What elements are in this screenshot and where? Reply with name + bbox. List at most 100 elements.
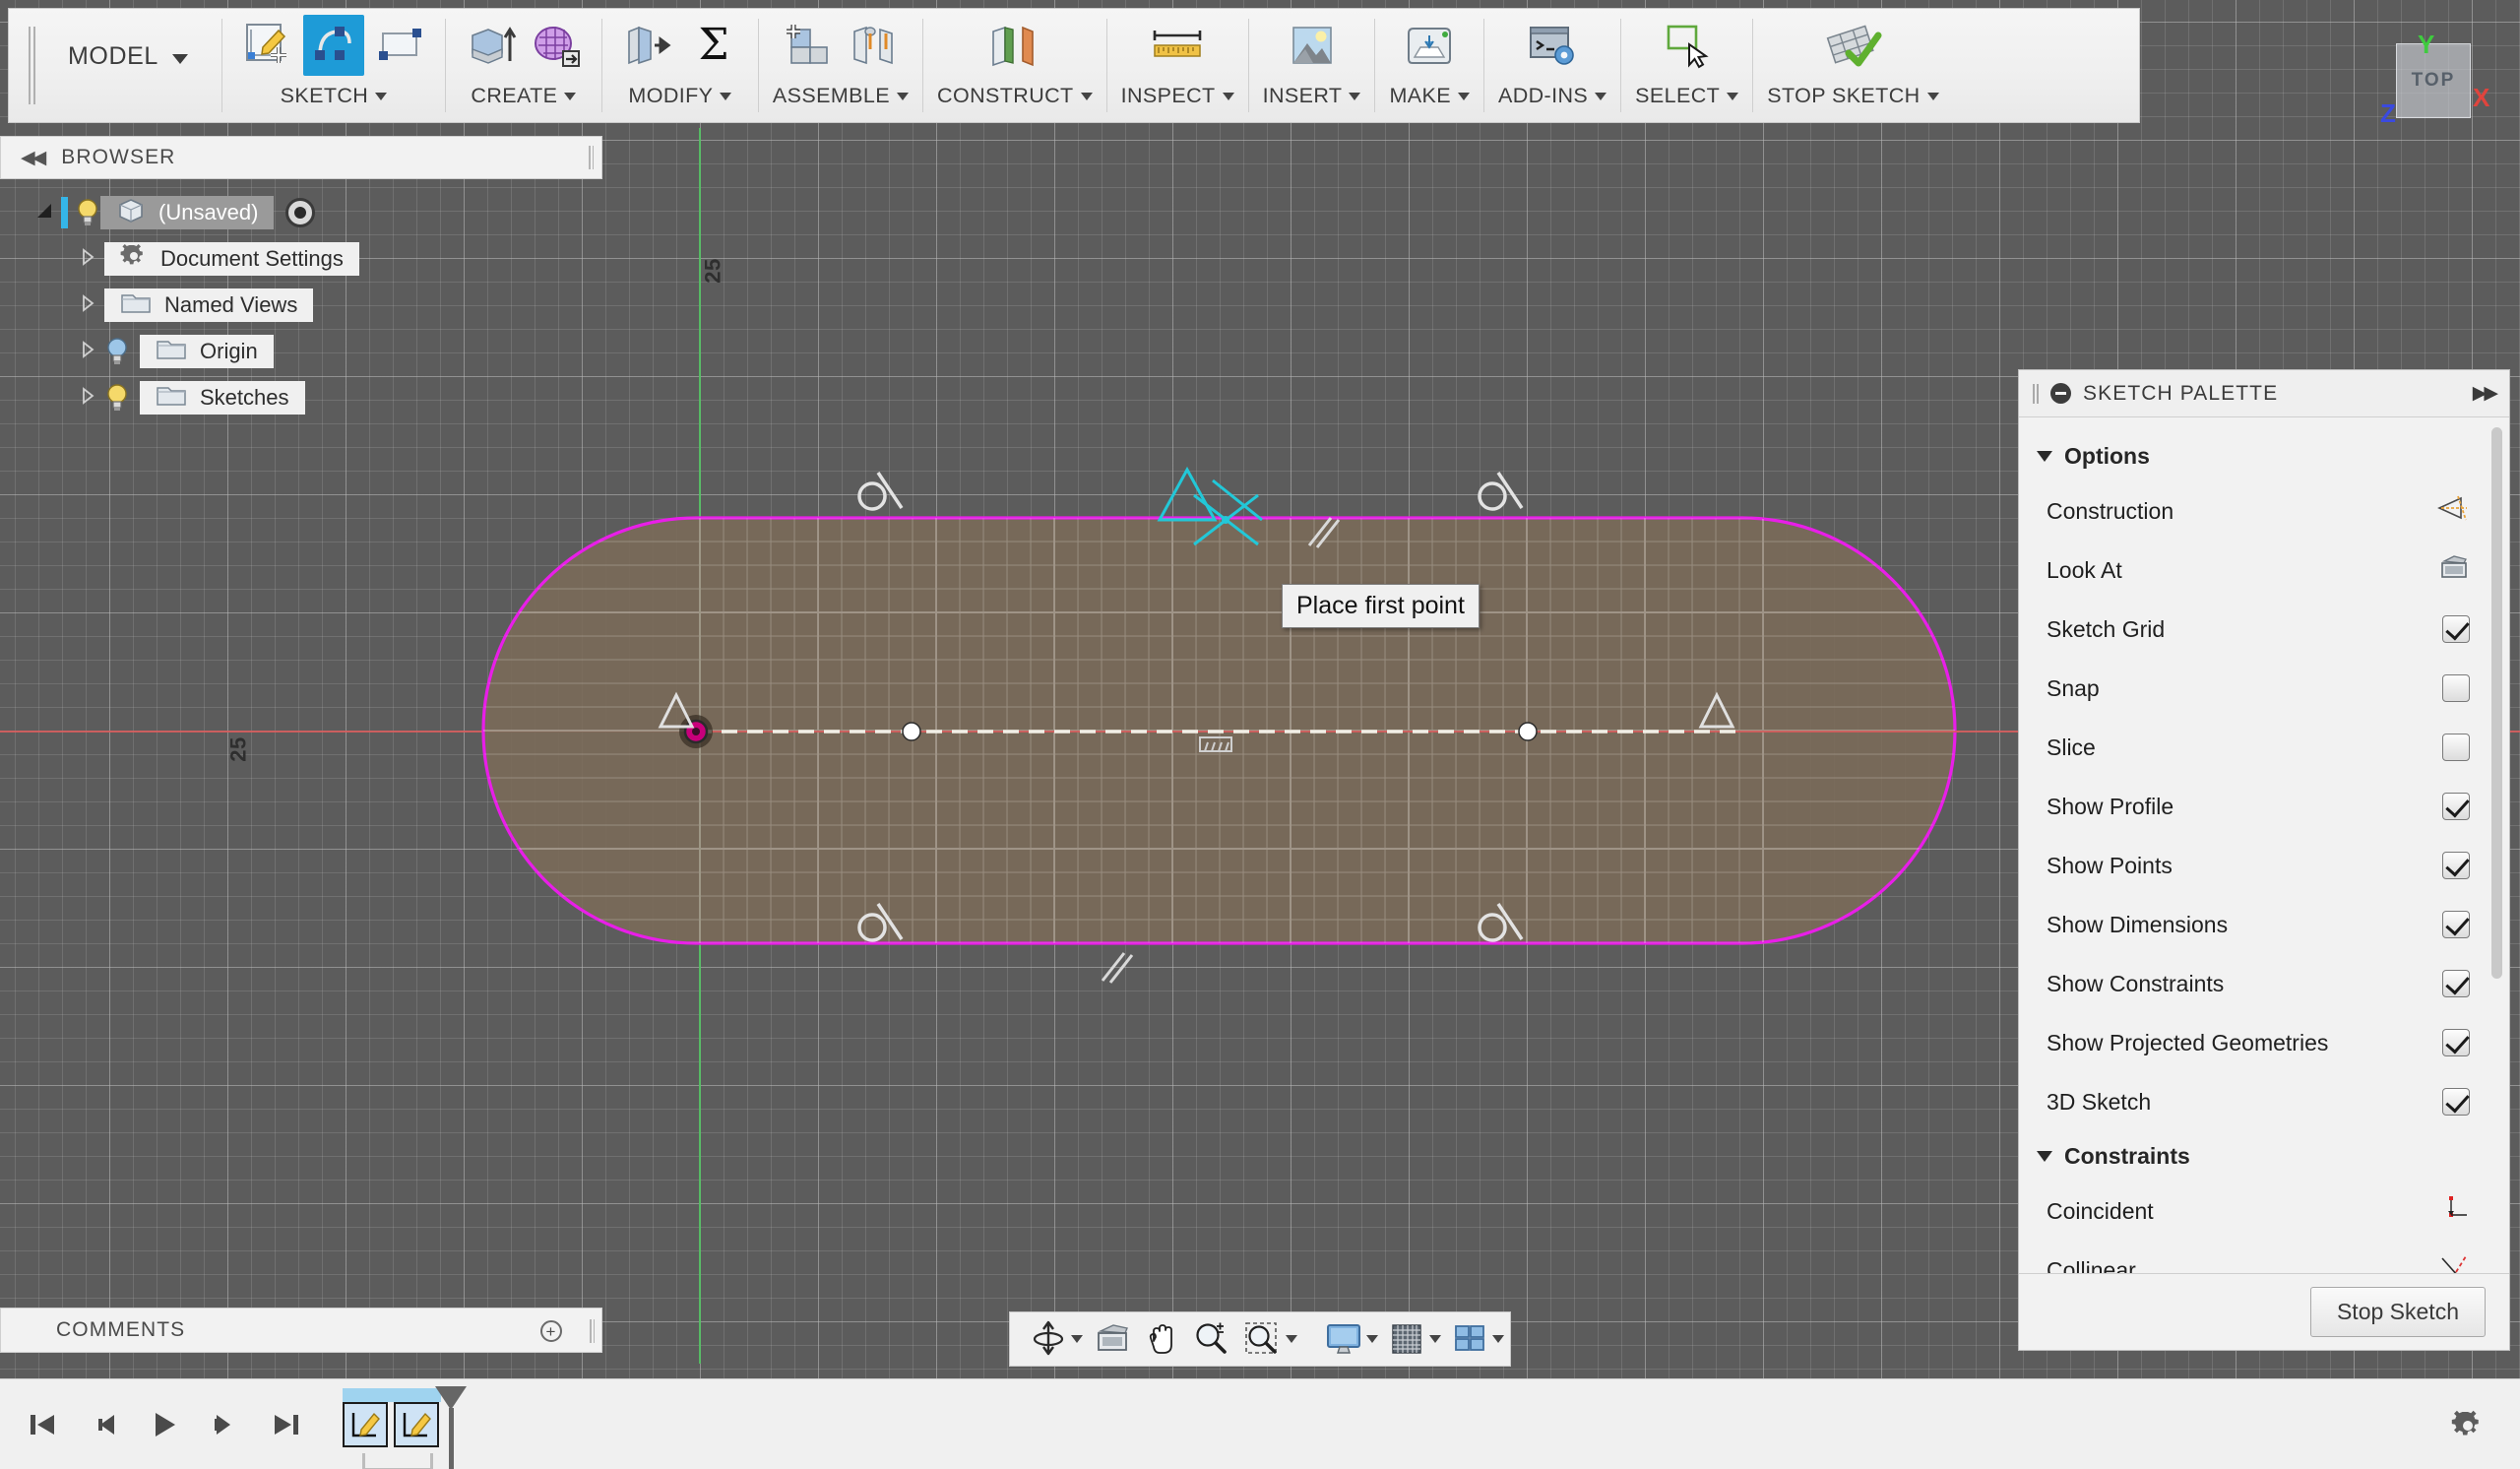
tree-item-pill[interactable]: Document Settings — [104, 242, 359, 276]
horizontal-constraint-icon[interactable] — [655, 689, 698, 733]
comments-panel[interactable]: COMMENTS + — [0, 1308, 602, 1353]
tree-item-unsaved[interactable]: (Unsaved) — [0, 193, 602, 232]
ribbon-panel-label[interactable]: SKETCH — [281, 84, 388, 108]
equal-constraint-icon[interactable] — [1197, 733, 1234, 758]
palette-row-look-at[interactable]: Look At — [2019, 541, 2509, 600]
tangent-constraint-icon[interactable] — [1473, 465, 1528, 516]
chevron-down-icon[interactable] — [1429, 1335, 1441, 1343]
palette-row-coincident[interactable]: Coincident — [2019, 1182, 2509, 1241]
timeline-playhead-marker[interactable] — [435, 1385, 467, 1410]
zoom-button[interactable] — [1187, 1317, 1236, 1361]
palette-row-collinear[interactable]: Collinear — [2019, 1241, 2509, 1273]
ribbon-panel-label[interactable]: CREATE — [471, 84, 577, 108]
pan-button[interactable] — [1138, 1317, 1185, 1361]
construction-icon[interactable] — [2436, 493, 2470, 529]
look-at-icon[interactable] — [2438, 553, 2470, 587]
stop-sketch-icon[interactable] — [1814, 15, 1891, 76]
insert-image-icon[interactable] — [1277, 15, 1348, 76]
timeline-playhead-stem[interactable] — [449, 1407, 454, 1469]
chevron-down-icon[interactable] — [1071, 1335, 1083, 1343]
press-pull-icon[interactable] — [616, 15, 677, 76]
collapse-left-icon[interactable]: ◀◀ — [21, 147, 46, 169]
zoom-window-button[interactable] — [1238, 1317, 1301, 1361]
twisty-closed-icon[interactable] — [71, 386, 104, 411]
tangent-constraint-icon[interactable] — [852, 896, 908, 947]
chevron-down-icon[interactable] — [1492, 1335, 1504, 1343]
show-profile-checkbox[interactable] — [2442, 793, 2470, 820]
tree-item-pill[interactable]: Sketches — [140, 381, 305, 415]
slice-checkbox[interactable] — [2442, 734, 2470, 761]
ribbon-panel-label[interactable]: ASSEMBLE — [773, 84, 910, 108]
measure-ruler-icon[interactable] — [1142, 15, 1213, 76]
ribbon-panel-label[interactable]: ADD-INS — [1498, 84, 1607, 108]
timeline-feature-sketch[interactable] — [343, 1401, 388, 1447]
new-component-icon[interactable] — [777, 15, 838, 76]
expand-right-icon[interactable]: ▶▶ — [2473, 382, 2498, 405]
workspace-switcher[interactable]: MODEL — [38, 9, 221, 122]
tangent-constraint-icon[interactable] — [1473, 896, 1528, 947]
display-settings-button[interactable] — [1319, 1317, 1382, 1361]
sculpt-form-icon[interactable] — [527, 15, 588, 76]
visibility-bulb-icon[interactable] — [104, 383, 130, 413]
ribbon-panel-label[interactable]: SELECT — [1635, 84, 1739, 108]
show-points-checkbox[interactable] — [2442, 852, 2470, 879]
palette-row-show-projected-geometries[interactable]: Show Projected Geometries — [2019, 1013, 2509, 1072]
3d-print-icon[interactable] — [1394, 15, 1465, 76]
palette-row-sketch-grid[interactable]: Sketch Grid — [2019, 600, 2509, 659]
palette-scrollbar[interactable] — [2491, 427, 2502, 979]
collinear-icon[interactable] — [2438, 1252, 2470, 1273]
ribbon-panel-label[interactable]: STOP SKETCH — [1767, 84, 1939, 108]
palette-row-3d-sketch[interactable]: 3D Sketch — [2019, 1072, 2509, 1131]
palette-row-show-profile[interactable]: Show Profile — [2019, 777, 2509, 836]
step-forward-icon[interactable] — [209, 1408, 242, 1441]
show-dimensions-checkbox[interactable] — [2442, 911, 2470, 938]
collapse-icon[interactable] — [2050, 383, 2071, 404]
parallel-constraint-icon[interactable] — [1095, 945, 1138, 989]
show-constraints-checkbox[interactable] — [2442, 970, 2470, 997]
tree-item-origin[interactable]: Origin — [0, 332, 602, 371]
twisty-closed-icon[interactable] — [71, 293, 104, 318]
visibility-bulb-icon[interactable] — [104, 337, 130, 366]
palette-row-show-constraints[interactable]: Show Constraints — [2019, 954, 2509, 1013]
create-sketch-icon[interactable] — [236, 15, 297, 76]
sketch-grid-checkbox[interactable] — [2442, 615, 2470, 643]
line-arc-sketch-icon[interactable] — [302, 15, 364, 76]
extrude-icon[interactable] — [460, 15, 521, 76]
ribbon-panel-label[interactable]: INSPECT — [1121, 84, 1234, 108]
tree-item-document-settings[interactable]: Document Settings — [0, 239, 602, 279]
tangent-constraint-icon[interactable] — [852, 465, 908, 516]
script-addin-icon[interactable] — [1514, 15, 1591, 76]
tree-item-pill[interactable]: Named Views — [104, 288, 314, 322]
go-to-end-icon[interactable] — [270, 1408, 303, 1441]
ribbon-panel-label[interactable]: MAKE — [1389, 84, 1470, 108]
select-cursor-icon[interactable] — [1652, 15, 1723, 76]
horizontal-constraint-icon[interactable] — [1695, 689, 1738, 733]
ribbon-panel-label[interactable]: INSERT — [1263, 84, 1361, 108]
sigma-parameters-icon[interactable]: Σ — [683, 15, 744, 76]
viewports-button[interactable] — [1447, 1318, 1508, 1360]
chevron-down-icon[interactable] — [1286, 1335, 1297, 1343]
tree-item-sketches[interactable]: Sketches — [0, 378, 602, 417]
section-constraints[interactable]: Constraints — [2019, 1131, 2509, 1182]
go-to-beginning-icon[interactable] — [26, 1408, 59, 1441]
activate-component-radio[interactable] — [285, 198, 316, 227]
parallel-constraint-icon[interactable] — [1301, 510, 1345, 553]
panel-resize-handle[interactable] — [590, 1319, 596, 1343]
sketch-palette-body[interactable]: Options Construction Look At Sketch Grid… — [2019, 417, 2509, 1273]
tree-item-pill[interactable]: Origin — [140, 335, 274, 368]
grid-snaps-button[interactable] — [1384, 1318, 1445, 1360]
twisty-closed-icon[interactable] — [71, 247, 104, 272]
view-cube[interactable]: TOP Y X Z — [2374, 22, 2490, 138]
palette-drag-handle[interactable] — [2033, 383, 2039, 404]
twisty-closed-icon[interactable] — [71, 340, 104, 364]
ribbon-panel-label[interactable]: CONSTRUCT — [937, 84, 1093, 108]
gear-icon[interactable] — [2451, 1409, 2485, 1447]
step-backward-icon[interactable] — [87, 1408, 120, 1441]
orbit-button[interactable] — [1024, 1316, 1087, 1362]
offset-plane-icon[interactable] — [976, 15, 1054, 76]
twisty-open-icon[interactable] — [28, 201, 61, 225]
play-icon[interactable] — [148, 1408, 181, 1441]
ribbon-drag-handle[interactable] — [29, 27, 38, 104]
palette-row-snap[interactable]: Snap — [2019, 659, 2509, 718]
tree-item-pill[interactable]: (Unsaved) — [100, 196, 275, 229]
